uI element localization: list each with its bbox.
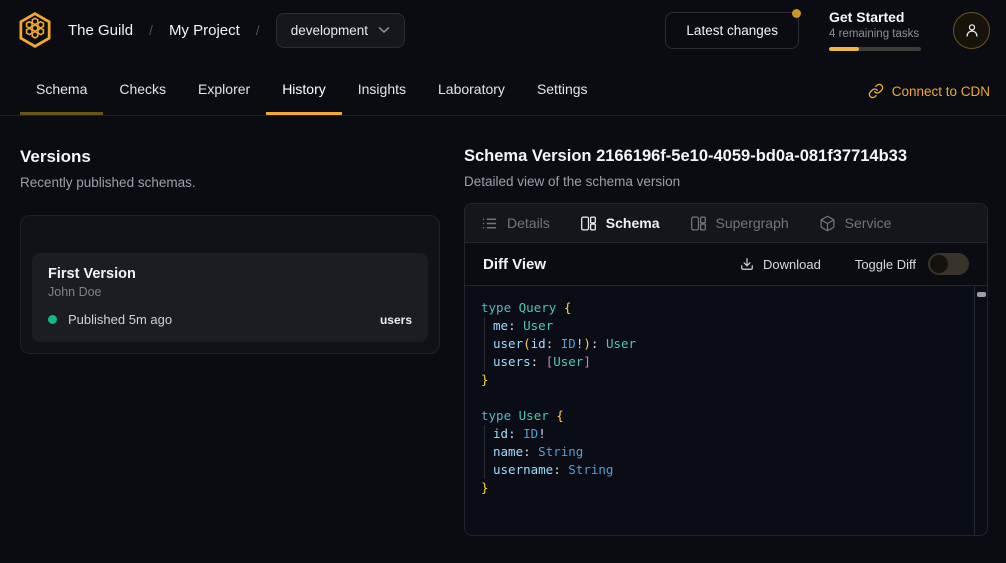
connect-to-cdn-label: Connect to CDN [892, 84, 990, 99]
versions-panel: Versions Recently published schemas. Fir… [20, 116, 440, 536]
environment-selector[interactable]: development [276, 13, 405, 48]
list-icon [481, 215, 498, 232]
version-detail-subtitle: Detailed view of the schema version [464, 174, 988, 189]
latest-changes-button[interactable]: Latest changes [665, 12, 799, 49]
download-label: Download [763, 257, 821, 272]
download-button[interactable]: Download [740, 257, 821, 272]
breadcrumb-separator-2: / [256, 22, 260, 38]
code-scrollbar-thumb[interactable] [977, 292, 986, 297]
versions-subtitle: Recently published schemas. [20, 175, 440, 190]
nav-tab-laboratory[interactable]: Laboratory [422, 67, 521, 115]
get-started-title: Get Started [829, 9, 925, 25]
version-detail-box: Details Schema [464, 203, 988, 536]
detail-tab-details[interactable]: Details [481, 215, 550, 232]
toggle-diff-knob [930, 255, 948, 273]
versions-title: Versions [20, 147, 440, 167]
nav-tab-checks[interactable]: Checks [103, 67, 182, 115]
toggle-diff-switch[interactable] [928, 253, 969, 275]
nav-tab-insights[interactable]: Insights [342, 67, 422, 115]
version-detail-tabs: Details Schema [465, 204, 987, 243]
cube-icon [819, 215, 836, 232]
environment-selector-value: development [291, 23, 368, 38]
schema-code-viewer[interactable]: type Query {me: Useruser(id: ID!): Useru… [465, 286, 987, 535]
version-status-text: Published 5m ago [68, 312, 172, 327]
connect-to-cdn-button[interactable]: Connect to CDN [868, 83, 990, 115]
nav-tab-schema[interactable]: Schema [20, 67, 103, 115]
nav-tab-settings[interactable]: Settings [521, 67, 604, 115]
latest-changes-label: Latest changes [686, 23, 778, 38]
user-avatar-button[interactable] [953, 12, 990, 49]
nav-tab-history[interactable]: History [266, 67, 342, 115]
versions-list-card: First Version John Doe Published 5m ago … [20, 215, 440, 354]
code-scrollbar[interactable] [974, 286, 987, 535]
download-icon [740, 257, 754, 271]
diff-view-toolbar: Diff View Download Toggle D [465, 243, 987, 286]
version-name: First Version [48, 266, 412, 282]
detail-tab-schema[interactable]: Schema [580, 215, 660, 232]
toggle-diff-label: Toggle Diff [855, 257, 916, 272]
published-status-dot [48, 315, 57, 324]
version-author: John Doe [48, 285, 412, 299]
version-service-badge: users [380, 313, 412, 327]
app-header: The Guild / My Project / development Lat… [0, 0, 1006, 60]
get-started-progress-track [829, 47, 921, 51]
target-nav-bar: Schema Checks Explorer History Insights … [0, 60, 1006, 116]
detail-tab-supergraph-label: Supergraph [716, 215, 789, 231]
columns-icon [580, 215, 597, 232]
diff-view-actions: Download Toggle Diff [740, 253, 969, 275]
nav-tab-explorer[interactable]: Explorer [182, 67, 266, 115]
diff-view-title: Diff View [483, 256, 546, 273]
link-icon [868, 83, 884, 99]
get-started-widget[interactable]: Get Started 4 remaining tasks [829, 9, 925, 51]
version-detail-panel: Schema Version 2166196f-5e10-4059-bd0a-0… [464, 116, 988, 536]
version-status-row: Published 5m ago users [48, 312, 412, 327]
columns-icon [690, 215, 707, 232]
breadcrumb-org[interactable]: The Guild [68, 22, 133, 39]
notification-dot [792, 9, 801, 18]
chevron-down-icon [378, 26, 390, 34]
hive-logo-icon[interactable] [16, 11, 54, 49]
code-content: type Query {me: Useruser(id: ID!): Useru… [465, 286, 987, 510]
detail-tab-schema-label: Schema [606, 215, 660, 231]
detail-tab-details-label: Details [507, 215, 550, 231]
main-content: Versions Recently published schemas. Fir… [0, 116, 1006, 536]
get-started-subtitle: 4 remaining tasks [829, 28, 925, 40]
breadcrumb-project[interactable]: My Project [169, 22, 240, 39]
user-icon [963, 21, 981, 39]
version-detail-title: Schema Version 2166196f-5e10-4059-bd0a-0… [464, 147, 988, 166]
version-list-item[interactable]: First Version John Doe Published 5m ago … [32, 253, 428, 342]
detail-tab-supergraph[interactable]: Supergraph [690, 215, 789, 232]
detail-tab-service[interactable]: Service [819, 215, 892, 232]
target-nav-tabs: Schema Checks Explorer History Insights … [20, 67, 604, 115]
detail-tab-service-label: Service [845, 215, 892, 231]
breadcrumb: The Guild / My Project / development [68, 13, 405, 48]
breadcrumb-separator: / [149, 22, 153, 38]
toggle-diff-control: Toggle Diff [855, 253, 969, 275]
get-started-progress-fill [829, 47, 859, 51]
